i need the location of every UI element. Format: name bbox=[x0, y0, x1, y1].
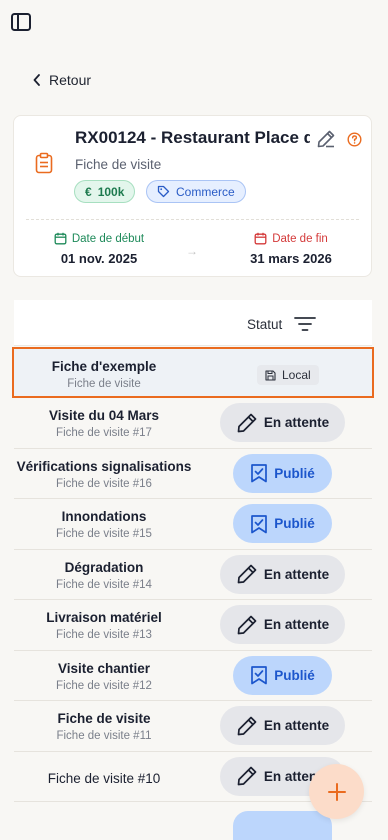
end-date: Date de fin 31 mars 2026 bbox=[236, 232, 346, 267]
arrow-icon: → bbox=[186, 244, 198, 258]
status-pill-published[interactable]: Publié bbox=[233, 453, 332, 493]
sidebar-toggle-icon bbox=[11, 13, 31, 31]
row-title: Livraison matériel bbox=[46, 610, 162, 625]
row-title: Vérifications signalisations bbox=[16, 458, 192, 474]
pencil-icon bbox=[237, 615, 257, 634]
row-title: Visite chantier bbox=[57, 660, 151, 676]
table-row[interactable]: Vérifications signalisations Fiche de vi… bbox=[14, 449, 372, 499]
start-date-value: 01 nov. 2025 bbox=[60, 251, 138, 266]
bookmark-check-icon bbox=[251, 514, 268, 533]
category-badge: Commerce bbox=[146, 180, 246, 203]
pencil-icon bbox=[237, 413, 257, 432]
row-title: Fiche d'exemple bbox=[51, 359, 157, 374]
status-label: Local bbox=[282, 368, 311, 382]
table-row[interactable]: Innondations Fiche de visite #15 Publié bbox=[14, 499, 372, 550]
status-label: En attente bbox=[263, 617, 330, 632]
pencil-icon bbox=[237, 716, 257, 735]
table-row[interactable]: Fiche de visite Fiche de visite #11 En a… bbox=[14, 701, 372, 752]
end-date-label: Date de fin bbox=[272, 232, 328, 245]
table-row[interactable]: Livraison matériel Fiche de visite #13 E… bbox=[14, 600, 372, 651]
pencil-icon bbox=[237, 564, 257, 584]
row-subtitle: Fiche de visite #15 bbox=[56, 528, 152, 540]
table-row[interactable]: Visite du 04 Mars Fiche de visite #17 En… bbox=[14, 398, 372, 449]
row-title: Visite du 04 Mars bbox=[48, 408, 160, 423]
status-pill-pending[interactable]: En attente bbox=[220, 605, 345, 644]
status-label: En attente bbox=[263, 566, 330, 582]
row-subtitle: Fiche de visite #12 bbox=[56, 679, 152, 692]
back-label: Retour bbox=[49, 72, 92, 88]
status-pill-published[interactable] bbox=[233, 811, 332, 840]
row-title: Innondations bbox=[61, 509, 147, 524]
status-pill-published[interactable]: Publié bbox=[233, 504, 332, 543]
row-subtitle: Fiche de visite #17 bbox=[56, 427, 152, 439]
start-date-label: Date de début bbox=[71, 232, 145, 245]
status-badge: Local bbox=[257, 365, 319, 385]
row-subtitle: Fiche de visite #16 bbox=[56, 477, 152, 490]
status-column-header: Statut bbox=[247, 317, 283, 332]
project-card: RX00124 - Restaurant Place de Fiche de v… bbox=[13, 115, 372, 277]
row-subtitle: Fiche de visite #14 bbox=[56, 578, 152, 591]
row-title: Dégradation bbox=[64, 559, 144, 575]
status-pill-pending[interactable]: En attente bbox=[220, 706, 345, 745]
table-row[interactable]: Visite chantier Fiche de visite #12 Publ… bbox=[14, 651, 372, 701]
amount-value: 100k bbox=[97, 184, 125, 199]
add-visit-button[interactable] bbox=[309, 764, 364, 819]
status-label: Publié bbox=[274, 667, 315, 683]
status-label: En attente bbox=[263, 415, 330, 430]
amount-badge: € 100k bbox=[74, 180, 136, 203]
pencil-icon bbox=[237, 766, 257, 786]
status-pill-pending[interactable]: En attente bbox=[220, 403, 345, 442]
save-icon bbox=[265, 369, 276, 381]
project-subtitle: Fiche de visite bbox=[75, 157, 162, 172]
row-subtitle: Fiche de visite #11 bbox=[56, 730, 152, 742]
start-date: Date de début 01 nov. 2025 bbox=[44, 232, 154, 266]
sidebar-toggle-button[interactable] bbox=[10, 12, 32, 32]
card-divider bbox=[26, 219, 359, 220]
project-title: RX00124 - Restaurant Place de bbox=[75, 128, 310, 147]
row-title: Fiche de visite #10 bbox=[47, 770, 161, 786]
plus-icon bbox=[327, 782, 346, 801]
row-subtitle: Fiche de visite #13 bbox=[56, 629, 152, 641]
status-label: Publié bbox=[274, 516, 315, 531]
end-date-value: 31 mars 2026 bbox=[250, 251, 332, 266]
row-subtitle: Fiche de visite bbox=[67, 378, 141, 390]
calendar-icon bbox=[254, 232, 267, 245]
visits-table: Statut Fiche d'exemple Fiche de visite L… bbox=[12, 300, 374, 840]
table-row[interactable]: Dégradation Fiche de visite #14 En atten… bbox=[14, 550, 372, 600]
status-label: En attente bbox=[263, 718, 330, 733]
table-row-example[interactable]: Fiche d'exemple Fiche de visite Local bbox=[12, 347, 374, 398]
bookmark-check-icon bbox=[251, 464, 268, 483]
chevron-left-icon bbox=[33, 74, 40, 86]
calendar-icon bbox=[54, 232, 67, 245]
bookmark-check-icon bbox=[251, 666, 268, 685]
category-label: Commerce bbox=[176, 184, 235, 199]
clipboard-icon bbox=[35, 152, 53, 174]
pencil-icon[interactable] bbox=[316, 129, 336, 149]
help-circle-icon[interactable] bbox=[347, 132, 362, 147]
tag-icon bbox=[157, 185, 170, 198]
status-label: Publié bbox=[274, 465, 315, 481]
status-pill-published[interactable]: Publié bbox=[233, 655, 332, 695]
status-pill-pending[interactable]: En attente bbox=[220, 554, 345, 594]
filter-icon[interactable] bbox=[294, 315, 316, 333]
euro-icon: € bbox=[85, 184, 92, 199]
row-title: Fiche de visite bbox=[57, 711, 151, 726]
table-header: Statut bbox=[14, 300, 372, 346]
back-link[interactable]: Retour bbox=[33, 70, 91, 90]
